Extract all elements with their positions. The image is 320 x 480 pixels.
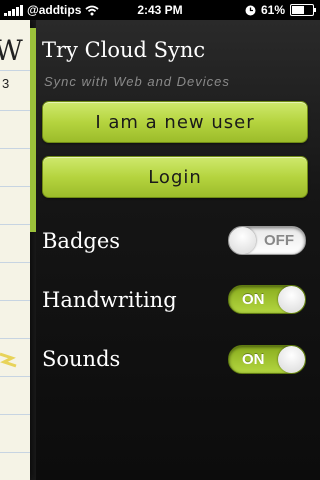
battery-fill <box>292 6 304 14</box>
status-bar: @addtips 2:43 PM 61% <box>0 0 320 20</box>
highlight-scribble-icon <box>0 352 17 368</box>
notebook-text: 3 <box>2 76 10 91</box>
clock-icon <box>245 5 256 15</box>
notebook-rule <box>0 338 30 339</box>
toggle-state: ON <box>242 351 265 368</box>
handwriting-label: Handwriting <box>42 288 177 312</box>
notebook-rule <box>0 148 30 149</box>
handwriting-toggle[interactable]: ON <box>228 285 306 314</box>
toggle-knob <box>278 286 305 313</box>
status-right: 61% <box>245 3 316 17</box>
badges-label: Badges <box>42 229 121 253</box>
notebook-rule <box>0 376 30 377</box>
sounds-label: Sounds <box>42 347 121 371</box>
notebook-rule <box>0 452 30 453</box>
panel-title: Try Cloud Sync <box>42 38 206 62</box>
toggle-knob <box>278 346 305 373</box>
notebook-text: W <box>0 34 23 67</box>
toggle-state: OFF <box>264 232 294 249</box>
panel-subtitle: Sync with Web and Devices <box>44 74 230 89</box>
notebook-rule <box>0 414 30 415</box>
notebook-rule <box>0 300 30 301</box>
notebook-rule <box>0 110 30 111</box>
notebook-page-edge[interactable]: W 3 <box>0 20 30 480</box>
battery-icon <box>290 4 316 16</box>
toggle-state: ON <box>242 291 265 308</box>
sounds-toggle[interactable]: ON <box>228 345 306 374</box>
new-user-button[interactable]: I am a new user <box>42 101 308 143</box>
badges-toggle[interactable]: OFF <box>228 226 306 255</box>
battery-percent: 61% <box>260 3 285 17</box>
notebook-rule <box>0 186 30 187</box>
notebook-rule <box>0 224 30 225</box>
notebook-rule <box>0 70 30 71</box>
login-button[interactable]: Login <box>42 156 308 198</box>
toggle-knob <box>229 227 256 254</box>
notebook-rule <box>0 262 30 263</box>
